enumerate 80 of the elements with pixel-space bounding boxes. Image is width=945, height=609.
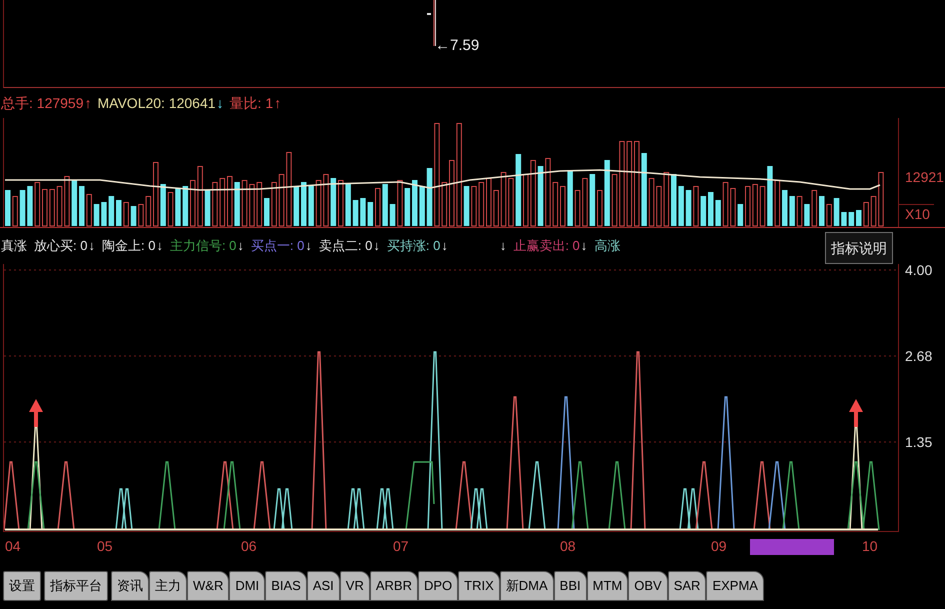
legend-value: 放心买: 0 <box>34 237 88 256</box>
indicator-tab[interactable]: EXPMA <box>706 571 764 601</box>
signal-spike <box>223 461 241 530</box>
signal-spike <box>121 488 133 530</box>
indicator-tab[interactable]: SAR <box>668 571 706 601</box>
legend-value: 总手: 127959 <box>1 94 84 112</box>
signal-spike <box>608 461 626 530</box>
indicator-tab[interactable]: DMI <box>229 571 266 601</box>
trend-arrow: ↓ <box>237 237 244 256</box>
toolbar-button[interactable]: 设置 <box>3 571 41 601</box>
signal-spike <box>158 461 176 530</box>
axis-label: 12921 <box>904 168 945 186</box>
indicator-tab[interactable]: ASI <box>306 571 340 601</box>
trend-arrow: ↓ <box>156 237 163 256</box>
signal-spike <box>768 461 786 530</box>
indicator-tab[interactable]: DPO <box>418 571 458 601</box>
signal-spike <box>679 488 691 530</box>
trend-arrow: ↓ <box>500 237 506 256</box>
trend-arrow: ↑ <box>84 94 92 112</box>
legend-value: 买持涨: 0 <box>386 237 440 256</box>
signal-spike <box>281 488 293 530</box>
axis-label: 1.35 <box>905 433 932 451</box>
signal-spike <box>253 461 271 530</box>
signal-spike <box>347 488 359 530</box>
indicator-tab[interactable]: 资讯 <box>111 571 149 601</box>
indicator-tab[interactable]: BIAS <box>265 571 307 601</box>
indicator-tab[interactable]: W&R <box>187 571 230 601</box>
axis-label: X10 <box>899 204 934 223</box>
signal-spike <box>782 461 800 530</box>
trend-arrow: ↓ <box>88 237 95 256</box>
legend-value: 买点一: 0 <box>250 237 304 256</box>
signal-spike <box>382 488 394 530</box>
toolbar-button[interactable]: 指标平台 <box>44 571 108 601</box>
date-label: 07 <box>393 537 409 555</box>
legend-value: 卖点二: 0 <box>318 237 372 256</box>
price-label: ←7.59 <box>435 37 480 55</box>
signal-spike <box>273 488 285 530</box>
legend-value: MAVOL20: 120641 <box>98 94 216 112</box>
date-label: 08 <box>560 537 576 555</box>
axis-label: 4.00 <box>905 261 932 279</box>
legend-value: 主力信号: 0 <box>170 237 236 256</box>
date-label: 05 <box>97 537 113 555</box>
signal-spike <box>376 488 388 530</box>
date-label: 04 <box>5 537 21 555</box>
indicator-tab[interactable]: TRIX <box>458 571 500 601</box>
legend-value: 高涨 <box>594 237 620 256</box>
indicator-tab[interactable]: VR <box>340 571 370 601</box>
trend-arrow: ↓ <box>373 237 380 256</box>
signal-spike <box>57 461 75 530</box>
indicator-tab[interactable]: MTM <box>586 571 628 601</box>
indicator-tab[interactable]: ARBR <box>370 571 418 601</box>
axis-label: 2.68 <box>905 347 932 365</box>
signal-spike <box>528 461 546 530</box>
signal-spike <box>353 488 365 530</box>
signal-spike <box>476 488 488 530</box>
indicator-tab[interactable]: OBV <box>628 571 668 601</box>
up-arrow-icon <box>29 399 43 427</box>
up-arrow-icon <box>849 399 863 427</box>
trend-arrow: ↓ <box>216 94 224 112</box>
legend-value: 止赢卖出: 0 <box>513 237 580 256</box>
trend-arrow: ↓ <box>305 237 312 256</box>
trend-arrow: ↓ <box>580 237 588 256</box>
indicator-tab[interactable]: BBI <box>554 571 587 601</box>
signal-spike <box>753 461 771 530</box>
date-label: 09 <box>711 537 727 555</box>
price-line <box>427 0 436 46</box>
trend-arrow: ↑ <box>274 94 282 112</box>
legend-value: 量比: 1 <box>230 94 274 112</box>
help-button[interactable]: 指标说明 <box>825 232 893 264</box>
signal-spike <box>115 488 127 530</box>
date-label: 06 <box>241 537 257 555</box>
signal-step-line <box>405 461 435 530</box>
legend-value: 陶金上: 0 <box>102 237 156 256</box>
indicator-tab[interactable]: 新DMA <box>500 571 554 601</box>
date-label: 10 <box>862 537 878 555</box>
legend-value: 真涨 <box>1 237 27 256</box>
signal-spike <box>4 461 20 530</box>
indicator-tab[interactable]: 主力 <box>149 571 187 601</box>
signal-spike <box>216 461 234 530</box>
trend-arrow: ↓ <box>441 237 448 256</box>
